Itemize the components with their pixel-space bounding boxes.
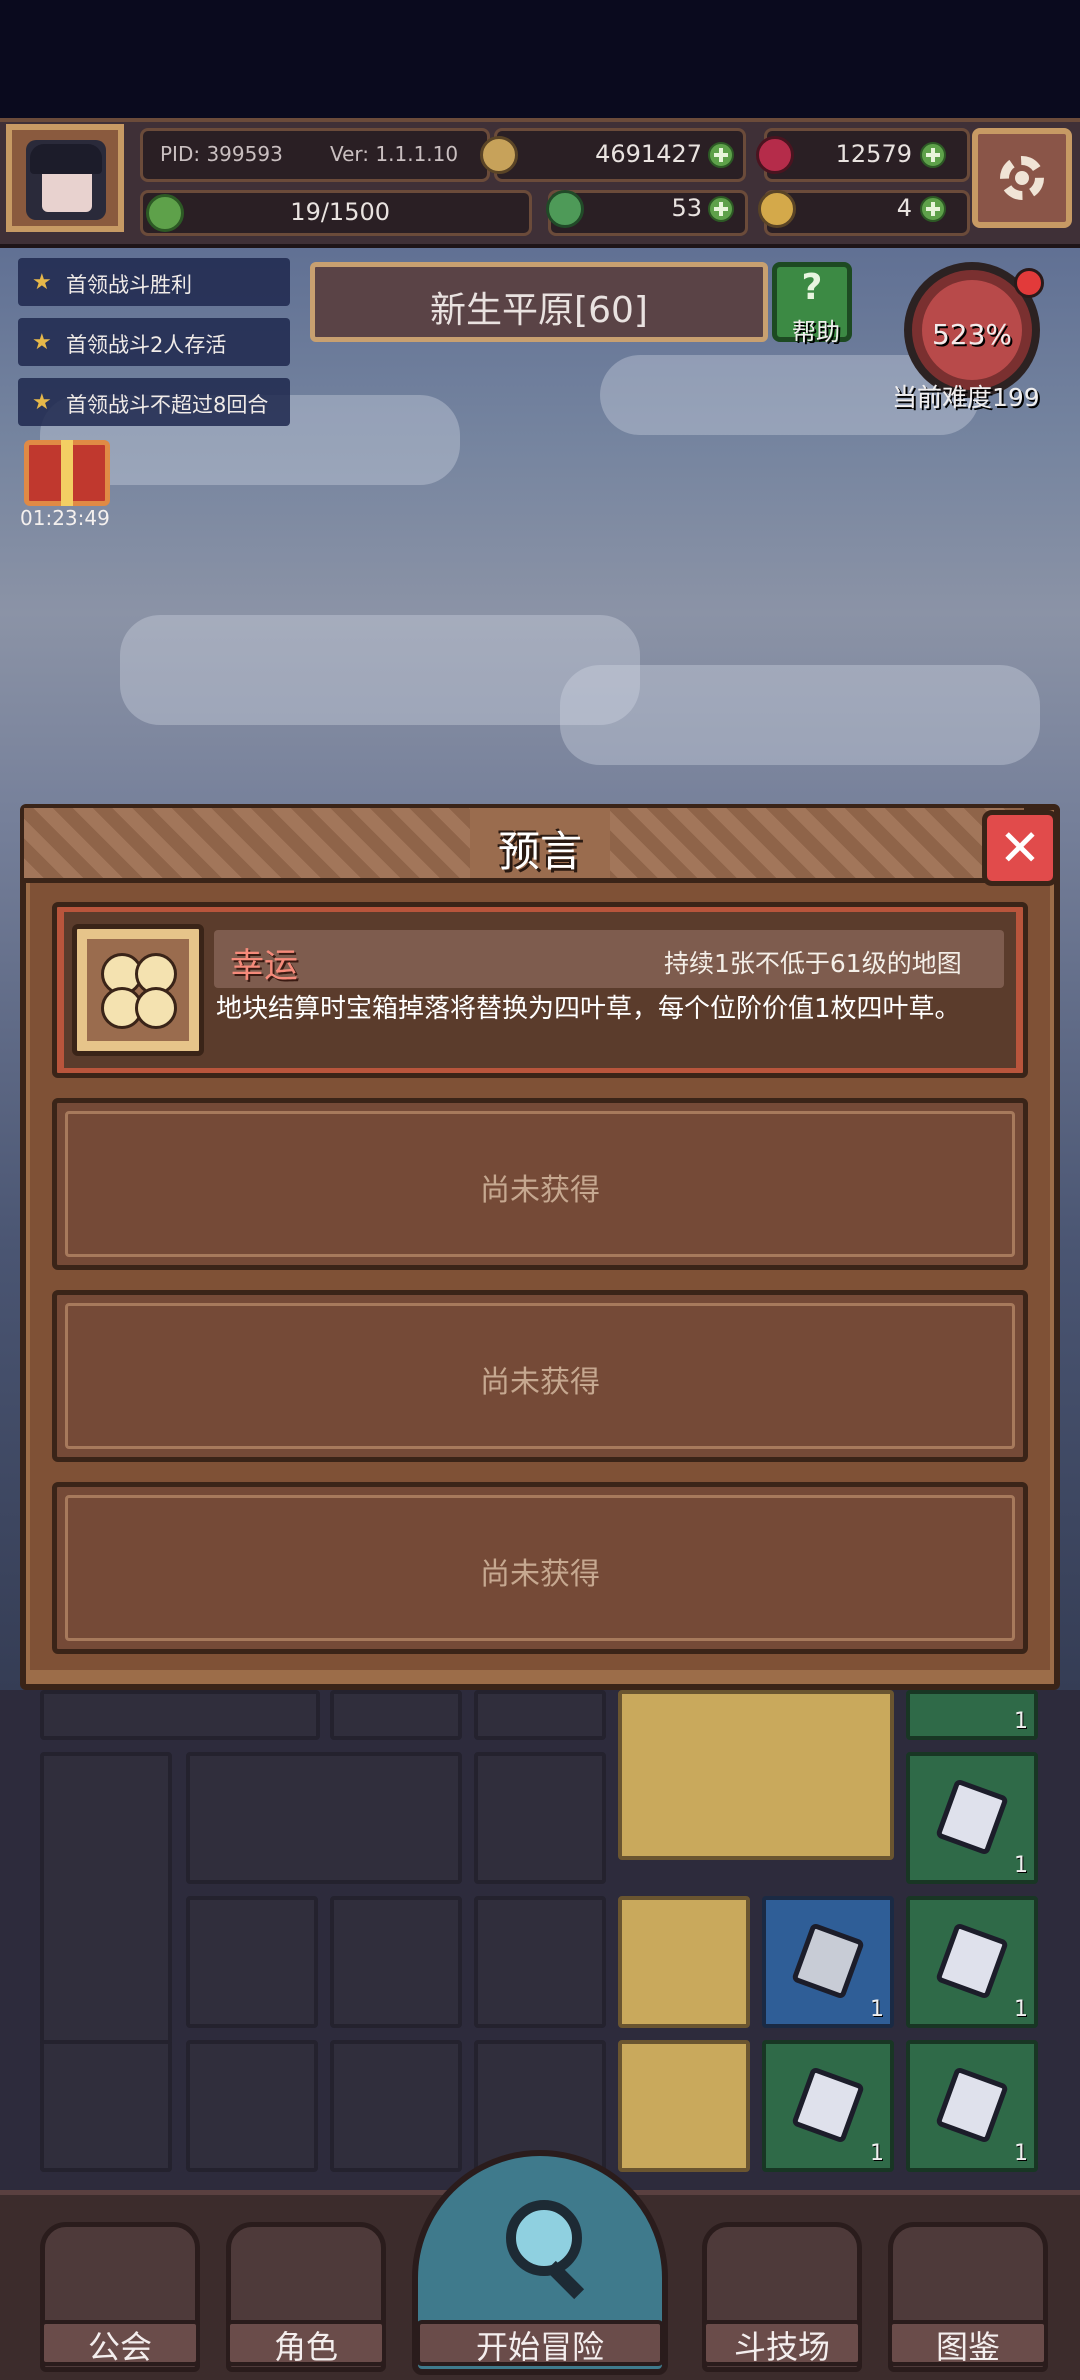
gem-tile[interactable]: 1 — [762, 1896, 894, 2028]
red-gem-icon — [756, 136, 794, 174]
quest-label: 首领战斗胜利 — [66, 273, 192, 297]
slot-status: 尚未获得 — [480, 1365, 600, 1400]
crystal-icon — [935, 1778, 1009, 1856]
star-icon: ★ — [32, 270, 52, 295]
crystal-icon — [791, 1922, 865, 2000]
tile-count: 1 — [870, 2141, 884, 2166]
tile-count: 1 — [1014, 1853, 1028, 1878]
quest-label: 首领战斗不超过8回合 — [66, 393, 269, 417]
quest-item[interactable]: ★ 首领战斗不超过8回合 — [18, 378, 290, 426]
prophecy-slot[interactable]: 尚未获得 — [52, 1482, 1028, 1654]
board-tile[interactable] — [330, 1690, 462, 1740]
board-tile[interactable] — [330, 2040, 462, 2172]
clover-amount: 53 — [671, 194, 702, 222]
board-tile[interactable] — [618, 2040, 750, 2172]
crystal-icon — [935, 2066, 1009, 2144]
tile-count: 1 — [1014, 2141, 1028, 2166]
notification-dot — [1014, 268, 1044, 298]
board-tile[interactable] — [186, 2040, 318, 2172]
board-tile[interactable] — [186, 1896, 318, 2028]
nav-codex-label: 图鉴 — [935, 2328, 1000, 2366]
gem-tile[interactable]: 1 — [762, 2040, 894, 2172]
close-icon: ✕ — [999, 819, 1041, 877]
card-name: 幸运 — [230, 946, 298, 986]
crystal-icon — [791, 2066, 865, 2144]
board-tile[interactable] — [474, 1752, 606, 1884]
gem-tile[interactable]: 1 — [906, 1690, 1038, 1740]
board-tile[interactable] — [40, 1690, 320, 1740]
map-title-plate: 新生平原[60] — [310, 262, 768, 342]
game-version: Ver: 1.1.1.10 — [330, 142, 459, 166]
board-tile[interactable] — [40, 2040, 172, 2172]
help-label: 帮助 — [792, 318, 840, 346]
quest-item[interactable]: ★ 首领战斗2人存活 — [18, 318, 290, 366]
board-tile[interactable] — [474, 1690, 606, 1740]
gem-tile[interactable]: 1 — [906, 1752, 1038, 1884]
gift-timer: 01:23:49 — [20, 506, 110, 530]
board-tile[interactable] — [330, 1896, 462, 2028]
close-button[interactable]: ✕ — [982, 810, 1058, 886]
key-icon — [758, 190, 796, 228]
key-amount: 4 — [896, 194, 912, 222]
player-avatar[interactable] — [6, 124, 124, 232]
difficulty-percent: 523% — [931, 318, 1013, 351]
gem-amount: 12579 — [835, 140, 912, 168]
card-condition: 持续1张不低于61级的地图 — [664, 949, 962, 978]
stamina-value: 19/1500 — [290, 198, 390, 226]
slot-status: 尚未获得 — [480, 1173, 600, 1208]
add-gem-icon[interactable] — [920, 142, 946, 168]
question-icon: ? — [801, 267, 823, 308]
crystal-icon — [935, 1922, 1009, 2000]
card-description: 地块结算时宝箱掉落将替换为四叶草，每个位阶价值1枚四叶草。 — [216, 994, 961, 1024]
add-gold-icon[interactable] — [708, 142, 734, 168]
add-key-icon[interactable] — [920, 196, 946, 222]
gift-box-button[interactable] — [24, 440, 110, 506]
gold-amount: 4691427 — [595, 140, 702, 168]
tile-count: 1 — [1014, 1709, 1028, 1734]
slot-status: 尚未获得 — [480, 1557, 600, 1592]
star-icon: ★ — [32, 390, 52, 415]
stamina-icon — [146, 194, 184, 232]
clover-currency-icon — [546, 190, 584, 228]
tile-count: 1 — [1014, 1997, 1028, 2022]
modal-title: 预言 — [497, 827, 582, 876]
add-clover-icon[interactable] — [708, 196, 734, 222]
nav-arena-label: 斗技场 — [733, 2328, 830, 2366]
quest-item[interactable]: ★ 首领战斗胜利 — [18, 258, 290, 306]
quest-label: 首领战斗2人存活 — [66, 333, 227, 357]
board-tile[interactable] — [474, 1896, 606, 2028]
gold-coin-icon — [480, 136, 518, 174]
nav-character-label: 角色 — [273, 2328, 338, 2366]
prophecy-slot[interactable]: 尚未获得 — [52, 1098, 1028, 1270]
gem-tile[interactable]: 1 — [906, 1896, 1038, 2028]
four-leaf-clover-icon — [87, 939, 189, 1041]
prophecy-slot[interactable]: 尚未获得 — [52, 1290, 1028, 1462]
nav-start-adventure-label: 开始冒险 — [475, 2328, 604, 2366]
magnifier-icon — [506, 2200, 582, 2276]
nav-guild-label: 公会 — [87, 2328, 152, 2366]
gem-tile[interactable]: 1 — [906, 2040, 1038, 2172]
board-tile[interactable] — [618, 1690, 894, 1860]
difficulty-label: 当前难度199 — [892, 383, 1040, 412]
tile-count: 1 — [870, 1997, 884, 2022]
player-id: PID: 399593 — [160, 142, 283, 166]
gear-icon — [1000, 156, 1044, 200]
board-tile[interactable] — [618, 1896, 750, 2028]
map-title: 新生平原[60] — [430, 290, 648, 331]
settings-button[interactable] — [972, 128, 1072, 228]
card-icon-frame — [72, 924, 204, 1056]
star-icon: ★ — [32, 330, 52, 355]
board-tile[interactable] — [186, 1752, 462, 1884]
